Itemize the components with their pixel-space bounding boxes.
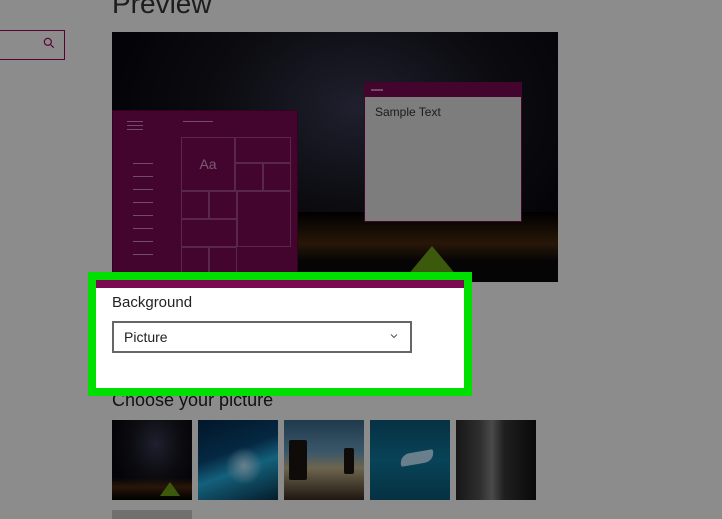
picture-thumb-1[interactable] xyxy=(112,420,192,500)
background-dropdown-value: Picture xyxy=(124,329,168,345)
background-dropdown[interactable]: Picture xyxy=(112,321,412,353)
chevron-down-icon xyxy=(388,329,400,345)
picture-thumb-2[interactable] xyxy=(198,420,278,500)
preview-start-menu: Aa xyxy=(112,110,298,282)
preview-sample-window: Sample Text xyxy=(364,82,522,222)
picture-thumb-4[interactable] xyxy=(370,420,450,500)
picture-thumb-5[interactable] xyxy=(456,420,536,500)
picture-thumbnails xyxy=(112,420,536,500)
browse-button[interactable] xyxy=(112,510,192,519)
preview-tile-aa: Aa xyxy=(181,137,235,191)
picture-thumb-3[interactable] xyxy=(284,420,364,500)
search-input[interactable] xyxy=(0,30,65,60)
background-preview: Aa Sample Text xyxy=(112,32,558,282)
tutorial-highlight-box: Background Picture xyxy=(88,272,472,396)
search-icon xyxy=(42,36,56,55)
background-label: Background xyxy=(112,294,448,311)
preview-sample-text: Sample Text xyxy=(365,97,521,127)
section-title-preview: Preview xyxy=(112,0,212,20)
